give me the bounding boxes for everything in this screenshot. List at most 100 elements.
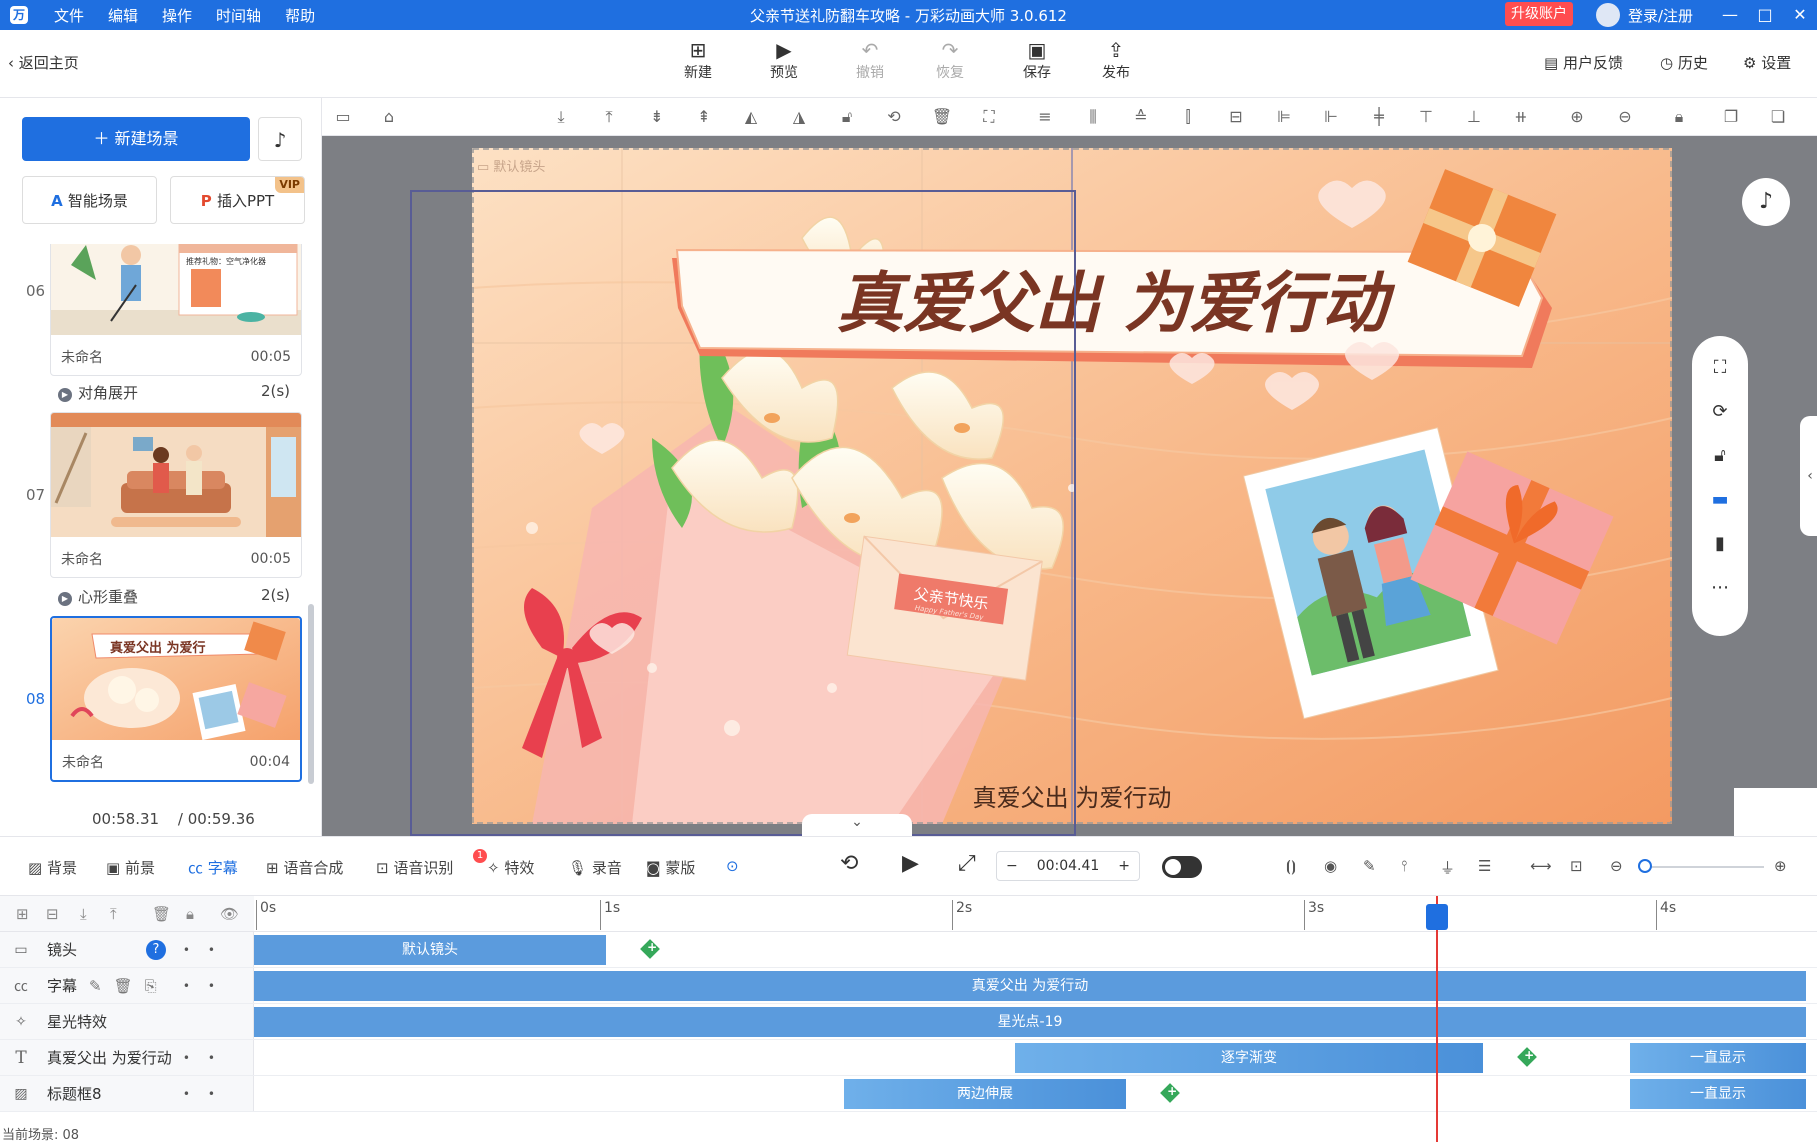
login-button[interactable]: 登录/注册 xyxy=(1596,0,1693,30)
new-scene-button[interactable]: ＋ 新建场景 xyxy=(22,117,250,161)
edit-icon[interactable]: ✎ xyxy=(1363,857,1376,875)
background-button[interactable]: ▨ 背景 xyxy=(28,857,77,878)
menu-help[interactable]: 帮助 xyxy=(285,5,315,26)
play-icon[interactable]: ▶ xyxy=(902,851,919,876)
camera-frame[interactable] xyxy=(410,190,1076,836)
move-folder-icon[interactable]: ⊟ xyxy=(46,905,59,923)
move-bottom-icon[interactable]: ⤓ xyxy=(550,106,572,128)
transition-play-icon[interactable]: ▶ xyxy=(58,388,72,402)
zoom-out-icon[interactable]: ⊖ xyxy=(1614,106,1636,128)
minimap-thumbnail[interactable] xyxy=(1734,788,1817,836)
subtitle-button[interactable]: ㏄ 字幕 xyxy=(188,857,238,878)
timeline-clip[interactable]: 默认镜头 xyxy=(254,935,606,965)
timeline-clip[interactable]: 逐字渐变 xyxy=(1015,1043,1483,1073)
timeline-row[interactable]: ▨ 标题框8 •• 两边伸展 一直显示 xyxy=(0,1076,1817,1112)
back-home-button[interactable]: ‹ 返回主页 xyxy=(8,52,79,73)
scene-list[interactable]: 06 推荐礼物：空气净化器 未命名 00:05 ▶ 对角展开 2(s) 07 未… xyxy=(0,244,322,784)
home-icon[interactable]: ⌂ xyxy=(378,106,400,128)
timeline-row[interactable]: ㏄ 字幕 ✎ 🗑︎ ⎘ •• 真爱父出 为爱行动 xyxy=(0,968,1817,1004)
publish-button[interactable]: ⇪ 发布 xyxy=(1086,38,1146,82)
zoom-slider-track[interactable] xyxy=(1648,866,1764,868)
add-keyframe-icon[interactable] xyxy=(1517,1047,1537,1067)
playhead-handle[interactable] xyxy=(1426,904,1448,930)
delete-icon[interactable]: 🗑︎ xyxy=(114,977,133,995)
fullscreen-icon[interactable]: ⤢ xyxy=(958,851,976,876)
actual-size-icon[interactable]: ⊡ xyxy=(1570,857,1583,875)
add-folder-icon[interactable]: ⊞ xyxy=(16,905,29,923)
playhead[interactable] xyxy=(1436,896,1438,1142)
record-button[interactable]: 🎙︎ 录音 xyxy=(568,857,622,878)
new-button[interactable]: ⊞ 新建 xyxy=(668,38,728,82)
feedback-button[interactable]: ▤ 用户反馈 xyxy=(1544,52,1623,73)
move-top-icon[interactable]: ⤒ xyxy=(598,106,620,128)
zoom-out-icon[interactable]: ⊖ xyxy=(1610,857,1623,875)
align-hcenter-icon[interactable]: ╪ xyxy=(1368,106,1390,128)
menu-file[interactable]: 文件 xyxy=(54,5,84,26)
menu-operate[interactable]: 操作 xyxy=(162,5,192,26)
align-bottom-icon[interactable]: ⊥ xyxy=(1463,106,1485,128)
move-down-icon[interactable]: ⤓ xyxy=(80,905,87,923)
time-stepper[interactable]: − 00:04.41 + xyxy=(996,851,1140,881)
flip-vertical-icon[interactable]: ◮ xyxy=(788,106,810,128)
upgrade-account-button[interactable]: 升级账户 xyxy=(1505,2,1573,26)
help-icon[interactable]: ? xyxy=(146,939,166,960)
music-note-icon[interactable]: ♪ xyxy=(258,117,302,161)
track-options[interactable]: •• xyxy=(183,1087,233,1101)
rewind-icon[interactable]: ⟲ xyxy=(840,851,858,876)
foreground-button[interactable]: ▣ 前景 xyxy=(106,857,155,878)
scene-card-08[interactable]: 真爱父出 为爱行 未命名 00:04 xyxy=(50,616,302,782)
add-keyframe-icon[interactable] xyxy=(1160,1083,1180,1103)
zoom-in-icon[interactable]: ⊕ xyxy=(1566,106,1588,128)
distribute-v-icon[interactable]: ≙ xyxy=(1130,106,1152,128)
minimize-icon[interactable]: — xyxy=(1715,0,1745,30)
menu-timeline[interactable]: 时间轴 xyxy=(216,5,261,26)
delete-icon[interactable]: 🗑︎ xyxy=(931,106,953,128)
transition-item[interactable]: ▶ 对角展开 2(s) xyxy=(58,382,290,403)
canvas-area[interactable]: 父亲节快乐 Happy Father's Day 真爱父出 为爱行动 真爱父出 … xyxy=(322,136,1817,836)
lock-all-icon[interactable]: 🔒︎ xyxy=(186,905,194,923)
time-increase-button[interactable]: + xyxy=(1109,858,1139,874)
camera-snapshot-icon[interactable]: ◉ xyxy=(1324,857,1337,875)
eye-icon[interactable]: 👁︎ xyxy=(220,905,239,923)
smart-scene-button[interactable]: A 智能场景 xyxy=(22,176,157,224)
speech-recognition-button[interactable]: ⊡ 语音识别 xyxy=(376,857,453,878)
insert-ppt-button[interactable]: P 插入PPT VIP xyxy=(170,176,305,224)
undo-button[interactable]: ↶ 撤销 xyxy=(840,38,900,82)
paste-icon[interactable]: ❏ xyxy=(1767,106,1789,128)
zoom-in-icon[interactable]: ⊕ xyxy=(1774,857,1787,875)
move-up-icon[interactable]: ⤒ xyxy=(110,905,117,923)
redo-button[interactable]: ↷ 恢复 xyxy=(920,38,980,82)
timeline-clip[interactable]: 一直显示 xyxy=(1630,1043,1806,1073)
timeline-row[interactable]: ▭ 镜头 ? •• 默认镜头 xyxy=(0,932,1817,968)
current-time-input[interactable]: 00:04.41 xyxy=(1028,858,1109,874)
copy-icon[interactable]: ❐ xyxy=(1720,106,1742,128)
timeline-row[interactable]: ✧ 星光特效 星光点-19 xyxy=(0,1004,1817,1040)
rotate-icon[interactable]: ⟲ xyxy=(883,106,905,128)
tts-button[interactable]: ⊞ 语音合成 xyxy=(266,857,343,878)
more-icon[interactable]: ⋯ xyxy=(1692,566,1748,610)
history-button[interactable]: ◷ 历史 xyxy=(1660,52,1708,73)
ruler-icon[interactable]: ▭ xyxy=(332,106,354,128)
track-options[interactable]: •• xyxy=(183,979,233,993)
expand-width-icon[interactable]: ⟷ xyxy=(1530,857,1552,875)
effects-button[interactable]: ✧ 特效 xyxy=(487,857,534,878)
mask-button[interactable]: ◙ 蒙版 xyxy=(646,857,695,878)
timeline-clip[interactable]: 真爱父出 为爱行动 xyxy=(254,971,1806,1001)
music-note-icon[interactable]: ♪ xyxy=(1742,178,1790,226)
flip-horizontal-icon[interactable]: ◭ xyxy=(740,106,762,128)
track-options[interactable]: •• xyxy=(183,1051,233,1065)
move-up-icon[interactable]: ⇞ xyxy=(693,106,715,128)
distribute-h-icon[interactable]: ⫿ xyxy=(1177,106,1199,128)
time-ruler[interactable]: 0s 1s 2s 3s 4s xyxy=(254,896,1817,932)
delete-icon[interactable]: 🗑︎ xyxy=(152,905,171,923)
align-middle-icon[interactable]: ⫼ xyxy=(1082,106,1104,128)
timeline-clip[interactable]: 星光点-19 xyxy=(254,1007,1806,1037)
scene-card-06[interactable]: 推荐礼物：空气净化器 未命名 00:05 xyxy=(50,244,302,376)
timeline-clip[interactable]: 两边伸展 xyxy=(844,1079,1126,1109)
more-options-icon[interactable]: ⊙ xyxy=(726,857,739,875)
settings-button[interactable]: ⚙ 设置 xyxy=(1743,52,1791,73)
fit-screen-icon[interactable]: ⛶ xyxy=(1692,346,1748,390)
import-icon[interactable]: ⎘ xyxy=(145,977,157,995)
fit-timeline-icon[interactable]: ⦗⦘ xyxy=(1286,857,1296,875)
preview-button[interactable]: ▶ 预览 xyxy=(754,38,814,82)
